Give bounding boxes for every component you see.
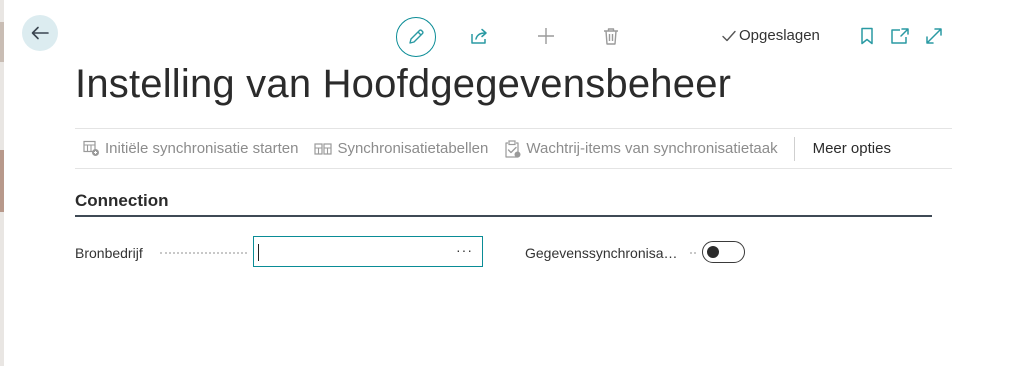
data-sync-toggle[interactable] xyxy=(702,241,745,263)
new-button[interactable] xyxy=(532,22,560,50)
trash-icon xyxy=(604,28,618,45)
section-title: Connection xyxy=(75,191,169,210)
pencil-icon xyxy=(409,29,424,44)
lookup-button[interactable]: ··· xyxy=(456,242,473,258)
action-label: Wachtrij-items van synchronisatietaak xyxy=(526,140,778,157)
sync-tables-action[interactable]: Synchronisatietabellen xyxy=(306,129,496,168)
background-window-fragment xyxy=(0,150,4,212)
bookmark-button[interactable] xyxy=(853,22,881,50)
arrow-left-icon xyxy=(31,26,49,40)
delete-button[interactable] xyxy=(597,22,625,50)
sync-queue-items-action[interactable]: Wachtrij-items van synchronisatietaak xyxy=(496,129,785,168)
section-divider xyxy=(75,215,932,217)
action-label: Initiële synchronisatie starten xyxy=(105,140,299,157)
bookmark-icon xyxy=(861,27,873,45)
edit-button[interactable] xyxy=(396,17,436,57)
background-window-edge xyxy=(0,0,4,366)
source-company-input[interactable]: ··· xyxy=(253,236,483,267)
saved-status: Opgeslagen xyxy=(722,27,820,44)
share-icon xyxy=(471,28,487,44)
field-leader-dots xyxy=(690,252,696,254)
more-options-button[interactable]: Meer opties xyxy=(805,129,899,168)
data-sync-label: Gegevenssynchronisa… xyxy=(525,245,678,261)
action-bar: Initiële synchronisatie starten Synchron… xyxy=(75,128,952,169)
sync-start-icon xyxy=(83,140,99,156)
back-button[interactable] xyxy=(22,15,58,51)
tables-icon xyxy=(314,142,333,155)
text-cursor xyxy=(258,244,259,261)
source-company-label: Bronbedrijf xyxy=(75,245,143,261)
share-button[interactable] xyxy=(466,22,494,50)
page-title: Instelling van Hoofdgegevensbeheer xyxy=(75,62,732,106)
clipboard-check-icon xyxy=(505,139,521,158)
action-separator xyxy=(793,136,795,161)
expand-icon xyxy=(926,28,942,44)
plus-icon xyxy=(538,28,554,44)
saved-label: Opgeslagen xyxy=(739,27,820,44)
action-label: Synchronisatietabellen xyxy=(337,140,489,157)
background-window-fragment xyxy=(0,22,4,62)
toggle-knob xyxy=(707,246,719,258)
checkmark-icon xyxy=(722,30,736,41)
expand-button[interactable] xyxy=(920,22,948,50)
open-in-new-icon xyxy=(891,28,909,44)
open-new-window-button[interactable] xyxy=(886,22,914,50)
start-initial-sync-action[interactable]: Initiële synchronisatie starten xyxy=(75,129,306,168)
field-leader-dots xyxy=(160,252,247,254)
